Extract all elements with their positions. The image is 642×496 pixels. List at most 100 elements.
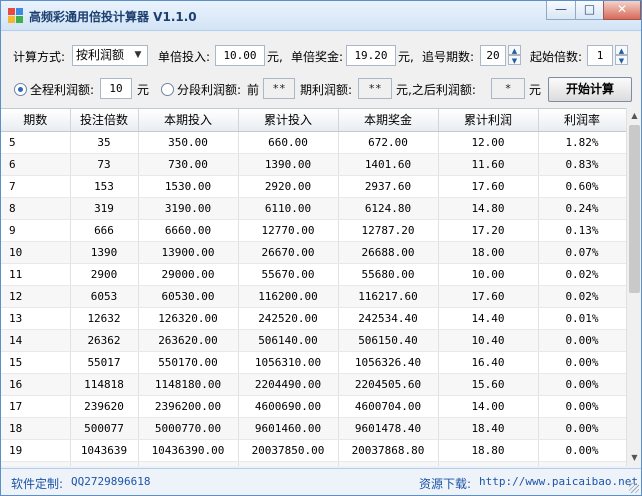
table-cell: 672.00 (338, 131, 439, 154)
table-row[interactable]: 12 6053 60530.00 116200.00 116217.60 17.60 0.0… (1, 285, 626, 308)
table-cell: 19 (1, 439, 71, 462)
table-cell: 18.80 (438, 439, 539, 462)
table-cell: 18.40 (438, 417, 539, 440)
table-row[interactable]: 17 239620 2396200.00 4600690.00 4600704.00 14… (1, 395, 626, 418)
segment-profit-label: 分段利润额: (177, 83, 242, 97)
chase-periods-spinner[interactable]: ▲ ▼ (508, 45, 521, 66)
table-cell: 17 (1, 395, 71, 418)
maximize-button[interactable]: □ (575, 1, 604, 20)
spin-up-icon[interactable]: ▲ (508, 45, 521, 55)
full-profit-field[interactable]: 10 (100, 78, 132, 99)
table-row[interactable]: 9 666 6660.00 12770.00 12787.20 17.20 0.13% (1, 219, 626, 242)
column-header[interactable]: 本期奖金 (338, 109, 439, 132)
table-cell: 0.24% (538, 197, 626, 220)
table-row[interactable]: 7 153 1530.00 2920.00 2937.60 17.60 0.60% (1, 175, 626, 198)
table-cell: 1.82% (538, 131, 626, 154)
table-cell: 0.01% (538, 307, 626, 330)
table-row[interactable]: 6 73 730.00 1390.00 1401.60 11.60 0.83% (1, 153, 626, 176)
table-cell: 0.00% (538, 439, 626, 462)
table-cell: 2204490.00 (238, 373, 339, 396)
table-row[interactable]: 15 55017 550170.00 1056310.00 1056326.40 16.4… (1, 351, 626, 374)
table-cell: 55680.00 (338, 263, 439, 286)
column-header[interactable]: 利润率 (538, 109, 626, 132)
table-cell: 6053 (70, 285, 139, 308)
segment-profit-radio[interactable] (161, 83, 174, 96)
table-row[interactable]: 19 1043639 10436390.00 20037850.00 20037868.… (1, 439, 626, 462)
table-cell: 5000770.00 (138, 417, 239, 440)
start-calc-button[interactable]: 开始计算 (548, 77, 632, 102)
spin-down-icon[interactable]: ▼ (615, 55, 628, 65)
unit-input-field[interactable]: 10.00 (215, 45, 265, 66)
resize-grip-icon[interactable] (629, 483, 639, 493)
segment-after-field[interactable]: * (491, 78, 525, 99)
table-cell: 6110.00 (238, 197, 339, 220)
column-header[interactable]: 累计投入 (238, 109, 339, 132)
full-profit-radio[interactable] (14, 83, 27, 96)
table-cell: 35 (70, 131, 139, 154)
scroll-up-icon[interactable]: ▲ (627, 108, 642, 124)
table-cell: 2396200.00 (138, 395, 239, 418)
segment-unit: 元 (529, 83, 542, 97)
table-row[interactable]: 5 35 350.00 660.00 672.00 12.00 1.82% (1, 131, 626, 154)
table-cell: 239620 (70, 395, 139, 418)
spin-down-icon[interactable]: ▼ (508, 55, 521, 65)
table-cell: 506150.40 (338, 329, 439, 352)
segment-period-profit-field[interactable]: ** (358, 78, 392, 99)
table-body: 5 35 350.00 660.00 672.00 12.00 1.82% 6 73 730.00… (1, 131, 626, 466)
table-cell: 0.07% (538, 241, 626, 264)
table-row[interactable]: 20217802921780290.0041818140.0041818156.… (1, 461, 626, 466)
vertical-scrollbar[interactable]: ▲ ▼ (626, 108, 641, 466)
custom-contact-link[interactable]: QQ2729896618 (71, 475, 150, 488)
table-row[interactable]: 10 1390 13900.00 26670.00 26688.00 18.00 0.07% (1, 241, 626, 264)
table-cell: 14.80 (438, 197, 539, 220)
table-row[interactable]: 8 319 3190.00 6110.00 6124.80 14.80 0.24% (1, 197, 626, 220)
column-header[interactable]: 期数 (1, 109, 71, 132)
spin-up-icon[interactable]: ▲ (615, 45, 628, 55)
table-cell: 14 (1, 329, 71, 352)
chase-periods-field[interactable]: 20 (480, 45, 506, 66)
unit-prize-field[interactable]: 19.20 (346, 45, 396, 66)
column-header[interactable]: 累计利润 (438, 109, 539, 132)
table-cell: 20 (1, 461, 71, 466)
table-cell: 8 (1, 197, 71, 220)
table-cell: 16.40 (438, 351, 539, 374)
table-cell: 29000.00 (138, 263, 239, 286)
calc-mode-select[interactable]: 按利润额 ▼ (72, 45, 148, 66)
download-link[interactable]: http://www.paicaibao.net (479, 475, 638, 488)
table-row[interactable]: 13 12632 126320.00 242520.00 242534.40 14.40 0… (1, 307, 626, 330)
full-profit-label: 全程利润额: (30, 83, 95, 97)
table-cell: 11 (1, 263, 71, 286)
table-row[interactable]: 11 2900 29000.00 55670.00 55680.00 10.00 0.02% (1, 263, 626, 286)
chevron-down-icon[interactable]: ▼ (131, 48, 145, 63)
table-header: 期数 投注倍数 本期投入 累计投入 本期奖金 累计利润 利润率 (1, 109, 626, 132)
table-cell: 2920.00 (238, 175, 339, 198)
table-cell: 26670.00 (238, 241, 339, 264)
start-multiple-field[interactable]: 1 (587, 45, 613, 66)
table-cell: 10436390.00 (138, 439, 239, 462)
column-header[interactable]: 投注倍数 (70, 109, 139, 132)
table-cell: 11.60 (438, 153, 539, 176)
table-cell: 15 (1, 351, 71, 374)
close-button[interactable]: ✕ (603, 1, 641, 20)
table-cell: 9601478.40 (338, 417, 439, 440)
table-cell: 0.00% (538, 417, 626, 440)
start-multiple-spinner[interactable]: ▲ ▼ (615, 45, 628, 66)
scroll-thumb[interactable] (629, 125, 640, 293)
segment-front-field[interactable]: ** (263, 78, 295, 99)
table-cell: 12632 (70, 307, 139, 330)
table-row[interactable]: 16 114818 1148180.00 2204490.00 2204505.60 15… (1, 373, 626, 396)
table-cell: 12 (1, 285, 71, 308)
table-cell: 26688.00 (338, 241, 439, 264)
table-cell: 1390.00 (238, 153, 339, 176)
scroll-down-icon[interactable]: ▼ (627, 450, 642, 466)
minimize-button[interactable]: — (546, 1, 576, 20)
table-row[interactable]: 18 500077 5000770.00 9601460.00 9601478.40 18… (1, 417, 626, 440)
table-cell: 73 (70, 153, 139, 176)
download-label: 资源下载: (419, 477, 472, 491)
segment-after-label: 元,之后利润额: (396, 83, 476, 97)
table-cell: 1148180.00 (138, 373, 239, 396)
column-header[interactable]: 本期投入 (138, 109, 239, 132)
table-cell: 10.40 (438, 329, 539, 352)
table-cell: 5 (1, 131, 71, 154)
table-row[interactable]: 14 26362 263620.00 506140.00 506150.40 10.40 0… (1, 329, 626, 352)
